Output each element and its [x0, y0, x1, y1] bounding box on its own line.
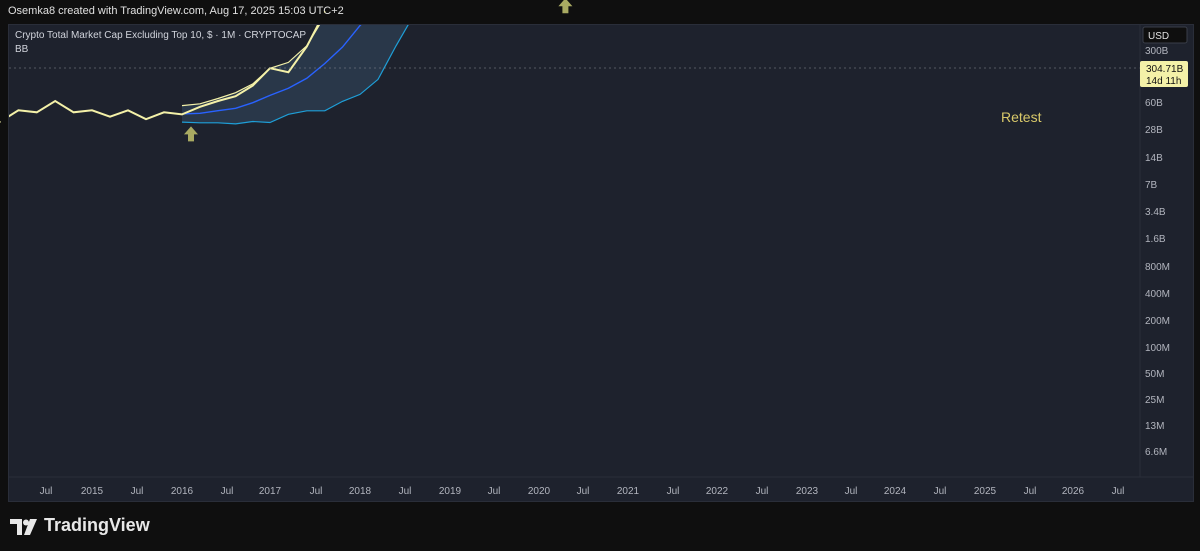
y-tick-label: 100M — [1145, 343, 1170, 354]
up-arrow-icon — [184, 126, 198, 142]
y-tick-label: 200M — [1145, 316, 1170, 327]
y-tick-label: 300B — [1145, 46, 1169, 57]
y-tick-label: 800M — [1145, 262, 1170, 273]
x-tick-label: Jul — [577, 486, 590, 497]
chart-title: Crypto Total Market Cap Excluding Top 10… — [15, 30, 306, 41]
x-tick-label: Jul — [934, 486, 947, 497]
x-tick-label: 2018 — [349, 486, 372, 497]
x-tick-label: 2020 — [528, 486, 551, 497]
price-point — [145, 118, 147, 120]
price-point — [217, 100, 219, 102]
price-label-value: 304.71B — [1146, 64, 1184, 75]
footer-brand: TradingView — [44, 515, 150, 535]
currency-label: USD — [1148, 31, 1169, 42]
x-tick-label: 2017 — [259, 486, 282, 497]
x-tick-label: 2024 — [884, 486, 907, 497]
indicator-label: BB — [15, 44, 29, 55]
x-tick-label: 2019 — [439, 486, 462, 497]
up-arrow-icon — [558, 0, 573, 14]
price-point — [199, 106, 201, 108]
x-tick-label: Jul — [667, 486, 680, 497]
y-tick-label: 25M — [1145, 395, 1164, 406]
tradingview-logo-icon — [10, 519, 37, 535]
price-point — [324, 11, 326, 13]
x-tick-label: 2026 — [1062, 486, 1085, 497]
price-point — [181, 113, 183, 116]
y-tick-label: 50M — [1145, 369, 1164, 380]
price-point — [127, 109, 129, 112]
y-tick-label: 60B — [1145, 98, 1163, 109]
x-tick-label: Jul — [399, 486, 412, 497]
x-tick-label: 2023 — [796, 486, 819, 497]
footer — [0, 505, 1200, 551]
x-tick-label: 2025 — [974, 486, 997, 497]
price-point — [109, 115, 111, 118]
price-label-countdown: 14d 11h — [1146, 76, 1181, 87]
y-tick-label: 13M — [1145, 421, 1164, 432]
chart-svg[interactable]: 300B120B60B28B14B7B3.4B1.6B800M400M200M1… — [0, 0, 1200, 551]
x-tick-label: Jul — [1024, 486, 1037, 497]
x-tick-label: Jul — [756, 486, 769, 497]
y-tick-label: 28B — [1145, 125, 1163, 136]
x-tick-label: 2022 — [706, 486, 729, 497]
price-point — [234, 95, 237, 97]
price-point — [287, 71, 290, 73]
price-point — [72, 111, 75, 114]
y-tick-label: 6.6M — [1145, 447, 1167, 458]
x-tick-label: Jul — [221, 486, 234, 497]
x-tick-label: Jul — [310, 486, 323, 497]
x-tick-label: 2015 — [81, 486, 104, 497]
y-tick-label: 400M — [1145, 289, 1170, 300]
bollinger-band-fill — [182, 25, 409, 124]
y-tick-label: 1.6B — [1145, 234, 1166, 245]
x-tick-label: Jul — [488, 486, 501, 497]
x-tick-label: Jul — [1112, 486, 1125, 497]
retest-annotation: Retest — [1001, 109, 1042, 125]
y-tick-label: 14B — [1145, 153, 1163, 164]
price-point — [54, 100, 56, 102]
x-tick-label: 2016 — [171, 486, 194, 497]
price-point — [252, 84, 254, 87]
price-point — [0, 121, 1, 123]
price-point — [306, 45, 308, 48]
y-tick-label: 7B — [1145, 180, 1158, 191]
price-point — [36, 111, 38, 114]
x-tick-label: 2021 — [617, 486, 640, 497]
x-tick-label: Jul — [40, 486, 53, 497]
price-point — [163, 111, 165, 114]
price-line — [9, 25, 320, 121]
price-point — [91, 109, 93, 112]
y-tick-label: 3.4B — [1145, 207, 1166, 218]
x-tick-label: Jul — [131, 486, 144, 497]
price-point — [17, 109, 20, 112]
x-tick-label: Jul — [845, 486, 858, 497]
